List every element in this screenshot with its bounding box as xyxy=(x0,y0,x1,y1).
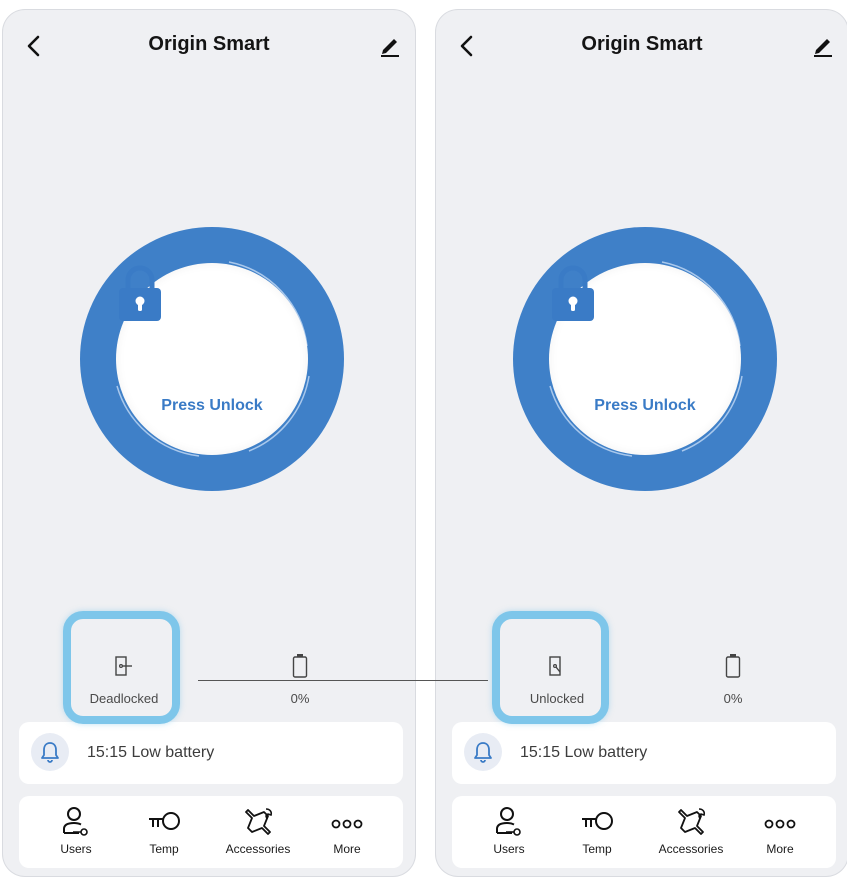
battery-status: 0% xyxy=(648,635,818,715)
tab-temp-label: Temp xyxy=(582,842,612,856)
users-icon xyxy=(496,807,521,836)
press-unlock-button[interactable]: Press Unlock xyxy=(549,263,741,455)
battery-icon xyxy=(725,654,741,678)
tab-more[interactable]: More xyxy=(735,804,825,864)
tab-temp[interactable]: Temp xyxy=(552,804,642,864)
bottom-tab-bar: Users Temp Accessories More xyxy=(19,796,403,868)
battery-level: 0% xyxy=(723,691,743,706)
users-icon xyxy=(63,807,88,836)
padlock-icon xyxy=(552,265,594,321)
bell-icon xyxy=(474,742,492,763)
edit-pencil-icon[interactable] xyxy=(810,32,836,58)
press-unlock-label: Press Unlock xyxy=(161,397,263,414)
phone-screen-deadlocked: Origin Smart Press Unlock Deadlocked 0% … xyxy=(3,10,415,876)
highlight-box-unlocked xyxy=(492,611,609,724)
tab-users[interactable]: Users xyxy=(31,804,121,864)
tab-users[interactable]: Users xyxy=(464,804,554,864)
unlock-dial: Press Unlock xyxy=(512,226,778,492)
more-icon xyxy=(331,819,363,829)
tab-temp-label: Temp xyxy=(149,842,179,856)
key-icon xyxy=(149,812,180,830)
tab-accessories[interactable]: Accessories xyxy=(646,804,736,864)
bell-container xyxy=(464,733,502,771)
highlight-box-deadlocked xyxy=(63,611,180,724)
notification-text: 15:15 Low battery xyxy=(520,744,648,761)
notification-text: 15:15 Low battery xyxy=(87,744,215,761)
press-unlock-label: Press Unlock xyxy=(594,397,696,414)
tab-more[interactable]: More xyxy=(302,804,392,864)
bell-container xyxy=(31,733,69,771)
battery-level: 0% xyxy=(290,691,310,706)
padlock-icon xyxy=(119,265,161,321)
bottom-tab-bar: Users Temp Accessories More xyxy=(452,796,836,868)
connector-line xyxy=(198,680,488,681)
battery-status: 0% xyxy=(215,635,385,715)
unlock-dial: Press Unlock xyxy=(79,226,345,492)
bell-icon xyxy=(41,742,59,763)
tab-users-label: Users xyxy=(493,842,525,856)
tab-accessories[interactable]: Accessories xyxy=(213,804,303,864)
tools-icon xyxy=(678,808,706,835)
page-title: Origin Smart xyxy=(581,33,703,55)
page-title: Origin Smart xyxy=(148,33,270,55)
tab-accessories-label: Accessories xyxy=(225,842,291,856)
tab-temp[interactable]: Temp xyxy=(119,804,209,864)
more-icon xyxy=(764,819,796,829)
tab-more-label: More xyxy=(333,842,361,856)
edit-pencil-icon[interactable] xyxy=(377,32,403,58)
tab-more-label: More xyxy=(766,842,794,856)
tools-icon xyxy=(245,808,273,835)
tab-users-label: Users xyxy=(60,842,92,856)
battery-icon xyxy=(292,654,308,678)
notification-bar[interactable]: 15:15 Low battery xyxy=(19,722,403,784)
press-unlock-button[interactable]: Press Unlock xyxy=(116,263,308,455)
phone-screen-unlocked: Origin Smart Press Unlock Unlocked 0% 15… xyxy=(436,10,847,876)
top-bar: Origin Smart xyxy=(3,10,415,82)
notification-bar[interactable]: 15:15 Low battery xyxy=(452,722,836,784)
tab-accessories-label: Accessories xyxy=(658,842,724,856)
key-icon xyxy=(582,812,613,830)
top-bar: Origin Smart xyxy=(436,10,847,82)
